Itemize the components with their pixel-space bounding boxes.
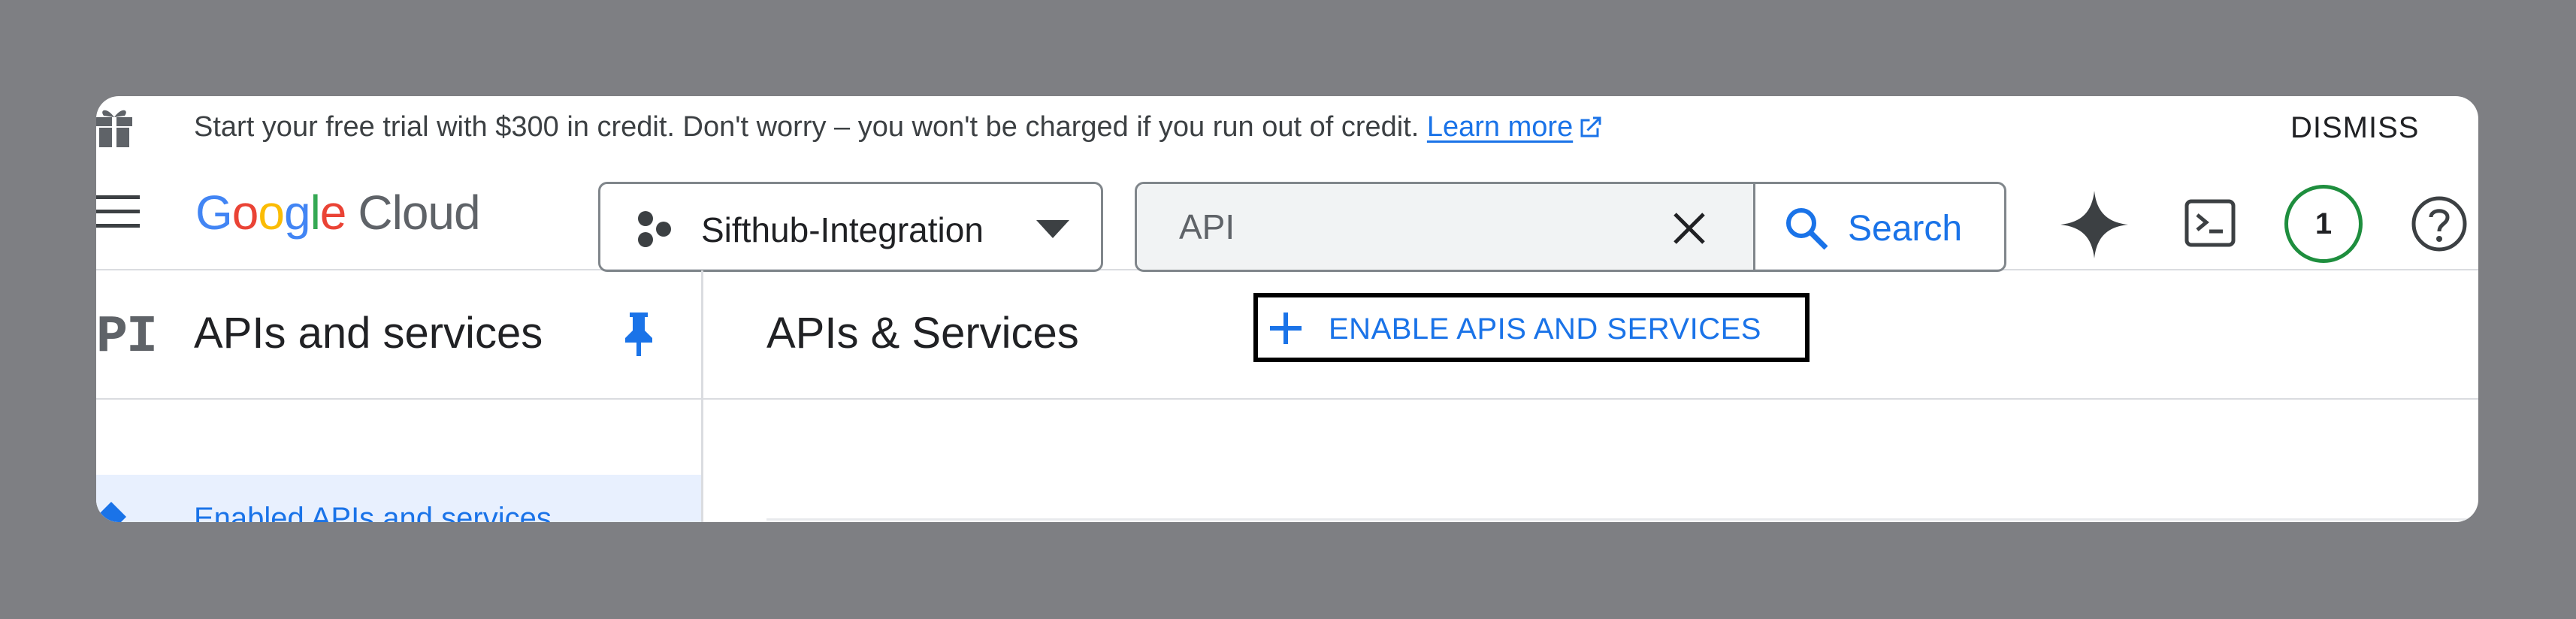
- menu-icon[interactable]: [96, 195, 140, 228]
- enable-apis-button[interactable]: ENABLE APIS AND SERVICES: [1253, 293, 1810, 362]
- learn-more-label: Learn more: [1426, 111, 1574, 143]
- google-cloud-logo[interactable]: Google Cloud: [195, 185, 481, 240]
- enable-apis-label: ENABLE APIS AND SERVICES: [1329, 313, 1761, 346]
- project-icon: [638, 211, 671, 247]
- console-window: Start your free trial with $300 in credi…: [96, 96, 2478, 522]
- logo-letter: l: [310, 186, 321, 240]
- project-name: Sifthub-Integration: [701, 210, 984, 249]
- sidebar-divider-lower: [701, 400, 703, 522]
- gemini-icon[interactable]: [2060, 191, 2128, 258]
- banner-message-text: Start your free trial with $300 in credi…: [194, 111, 1420, 143]
- search-input[interactable]: [1137, 184, 1753, 270]
- close-icon[interactable]: [1672, 211, 1707, 246]
- api-icon: PI: [96, 308, 158, 367]
- free-trial-banner: Start your free trial with $300 in credi…: [96, 96, 2478, 159]
- logo-letter: e: [319, 186, 347, 240]
- search-button[interactable]: Search: [1758, 184, 2004, 270]
- plus-icon: [1270, 313, 1302, 344]
- gift-icon: [96, 110, 132, 147]
- chevron-down-icon: [1036, 220, 1069, 238]
- terminal-icon[interactable]: [2184, 197, 2236, 249]
- sidebar-divider: [701, 270, 703, 398]
- logo-letter: g: [283, 186, 311, 240]
- content-divider: [766, 518, 2478, 521]
- sidebar-item-label: Enabled APIs and services: [194, 502, 552, 522]
- search-button-label: Search: [1848, 209, 1963, 249]
- sidebar-title: APIs and services: [194, 309, 543, 358]
- search-icon: [1786, 208, 1828, 250]
- sidebar-item-enabled-apis[interactable]: Enabled APIs and services: [96, 475, 702, 522]
- top-app-bar: Google Cloud Sifthub-Integration API Sea…: [96, 159, 2478, 272]
- logo-letter: G: [195, 186, 233, 240]
- learn-more-link[interactable]: Learn more: [1427, 111, 1604, 143]
- page-header: PI APIs and services APIs & Services ENA…: [96, 270, 2478, 400]
- notification-badge[interactable]: 1: [2284, 185, 2363, 263]
- banner-message: Start your free trial with $300 in credi…: [194, 111, 1604, 143]
- search-bar: Search: [1135, 182, 2006, 272]
- page-title: APIs & Services: [766, 309, 1079, 358]
- dismiss-button[interactable]: DISMISS: [2290, 111, 2419, 145]
- logo-letter: o: [258, 186, 285, 240]
- logo-letter: o: [231, 186, 259, 240]
- logo-product: Cloud: [358, 186, 480, 240]
- diamond-icon: [96, 502, 126, 522]
- project-picker[interactable]: Sifthub-Integration: [598, 182, 1103, 272]
- help-icon[interactable]: [2411, 195, 2468, 252]
- pin-icon[interactable]: [616, 310, 661, 358]
- external-link-icon: [1580, 116, 1601, 137]
- search-divider: [1753, 184, 1755, 270]
